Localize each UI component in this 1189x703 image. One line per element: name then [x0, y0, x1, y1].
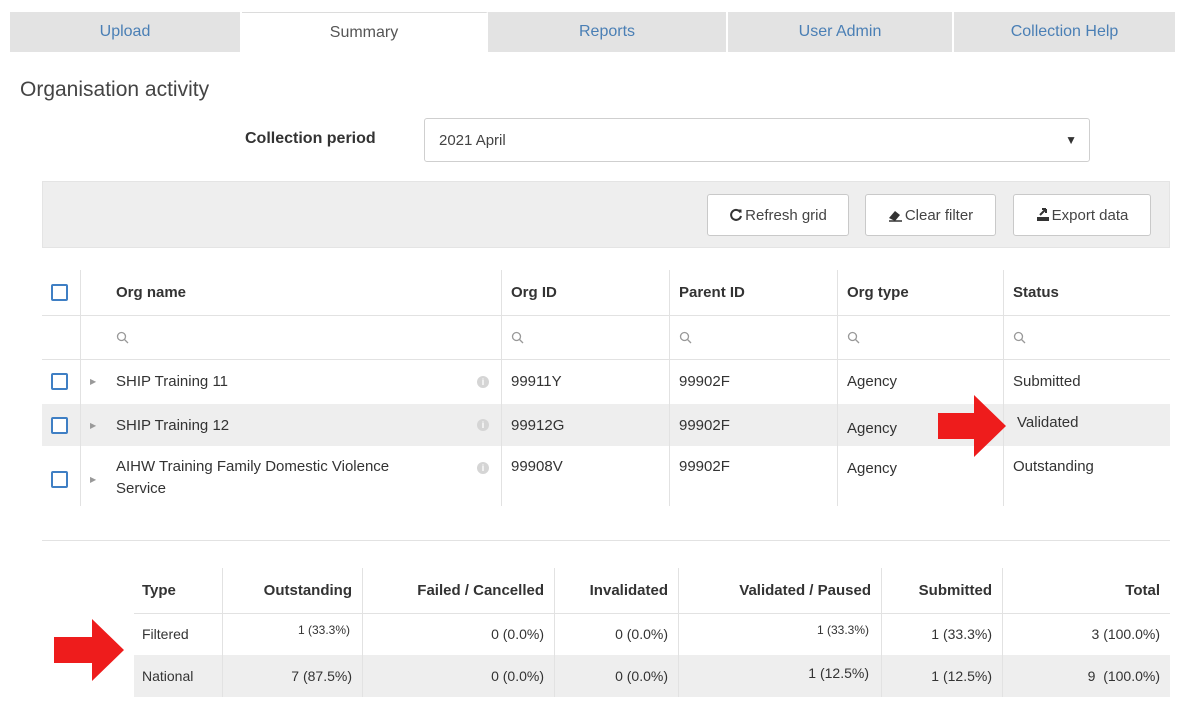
parent-id-cell: 99902F [679, 416, 730, 434]
clear-filter-button[interactable]: Clear filter [865, 194, 996, 236]
org-id-cell: 99911Y [511, 373, 562, 390]
org-id-filter[interactable] [501, 315, 669, 359]
expand-row-icon[interactable]: ▶ [90, 421, 96, 430]
summary-cell-failed: 0 (0.0%) [491, 626, 544, 642]
search-icon [511, 331, 524, 343]
caret-down-icon: ▼ [1065, 133, 1077, 147]
org-type-filter[interactable] [837, 315, 1003, 359]
summary-row-national: National 7 (87.5%) 0 (0.0%) 0 (0.0%) 1 (… [134, 655, 1170, 697]
collection-period-label: Collection period [245, 130, 376, 147]
clear-filter-label: Clear filter [904, 206, 974, 224]
row-select-cell [42, 446, 80, 506]
refresh-icon [730, 208, 743, 221]
grid-filter-row [42, 315, 1170, 360]
column-header-status[interactable]: Status [1003, 270, 1170, 315]
org-id-cell: 99912G [511, 416, 565, 434]
expand-cell: ▶ [80, 404, 102, 446]
summary-cell-total: 9 (100.0%) [1087, 668, 1160, 684]
summary-cell-total: 3 (100.0%) [1091, 626, 1160, 642]
summary-row-filtered: Filtered 1 (33.3%) 0 (0.0%) 0 (0.0%) 1 (… [134, 613, 1170, 655]
org-name-cell: AIHW Training Family Domestic Violence S… [106, 446, 476, 506]
info-icon[interactable]: i [477, 375, 489, 388]
page-title: Organisation activity [20, 78, 210, 101]
summary-cell-type: National [142, 668, 194, 684]
parent-id-cell: 99902F [679, 458, 730, 475]
org-name-cell: SHIP Training 11 [116, 373, 229, 390]
select-all-checkbox[interactable] [51, 284, 68, 301]
info-cell: i [477, 404, 499, 446]
summary-header-outstanding: Outstanding [263, 582, 352, 599]
refresh-grid-label: Refresh grid [745, 206, 827, 224]
select-all-cell [42, 270, 80, 315]
column-header-org-type[interactable]: Org type [837, 270, 1003, 315]
eraser-icon [888, 210, 902, 222]
search-icon [116, 331, 129, 343]
status-cell: Submitted [1013, 373, 1081, 390]
search-icon [1013, 331, 1026, 343]
red-arrow-icon [54, 619, 124, 681]
expand-cell: ▶ [80, 359, 102, 404]
summary-header-validated: Validated / Paused [739, 582, 871, 599]
tab-upload[interactable]: Upload [10, 12, 242, 52]
expand-row-icon[interactable]: ▶ [90, 475, 96, 484]
status-filter[interactable] [1003, 315, 1170, 359]
grid-toolbar: Refresh grid Clear filter Export data [42, 181, 1170, 248]
export-data-button[interactable]: Export data [1013, 194, 1151, 236]
expand-cell: ▶ [80, 446, 102, 506]
tab-collection-help[interactable]: Collection Help [954, 12, 1175, 52]
expand-row-icon[interactable]: ▶ [90, 377, 96, 386]
parent-id-cell: 99902F [679, 373, 730, 390]
summary-cell-submitted: 1 (12.5%) [931, 668, 992, 684]
column-header-org-name[interactable]: Org name [106, 270, 501, 315]
search-icon [679, 331, 692, 343]
summary-cell-validated: 1 (33.3%) [816, 623, 869, 637]
column-header-org-id[interactable]: Org ID [501, 270, 669, 315]
summary-header-submitted: Submitted [918, 582, 992, 599]
summary-cell-submitted: 1 (33.3%) [931, 626, 992, 642]
grid-header-row: Org name Org ID Parent ID Org type Statu… [42, 270, 1170, 316]
status-cell: Outstanding [1013, 458, 1094, 475]
summary-cell-outstanding: 7 (87.5%) [291, 668, 352, 684]
info-cell: i [477, 446, 499, 506]
org-name-line-2: Service [116, 480, 167, 497]
tab-reports[interactable]: Reports [488, 12, 728, 52]
org-name-cell: SHIP Training 12 [116, 416, 230, 434]
summary-cell-invalidated: 0 (0.0%) [615, 626, 668, 642]
red-arrow-icon [938, 395, 1006, 457]
summary-header-row: Type Outstanding Failed / Cancelled Inva… [134, 568, 1170, 614]
org-name-filter[interactable] [106, 315, 501, 359]
org-id-cell: 99908V [511, 458, 563, 475]
row-select-cell [42, 404, 80, 446]
summary-cell-outstanding: 1 (33.3%) [297, 623, 350, 637]
summary-header-failed: Failed / Cancelled [417, 582, 544, 599]
info-icon[interactable]: i [477, 462, 489, 474]
tab-summary[interactable]: Summary [242, 12, 488, 52]
search-icon [847, 331, 860, 343]
export-icon [1036, 208, 1049, 221]
summary-header-invalidated: Invalidated [589, 582, 668, 599]
refresh-grid-button[interactable]: Refresh grid [707, 194, 849, 236]
collection-period-select[interactable]: 2021 April ▼ [424, 118, 1090, 162]
row-checkbox[interactable] [51, 373, 68, 390]
summary-header-total: Total [1125, 582, 1160, 599]
summary-cell-failed: 0 (0.0%) [491, 668, 544, 684]
summary-cell-invalidated: 0 (0.0%) [615, 668, 668, 684]
summary-cell-type: Filtered [142, 626, 189, 642]
export-data-label: Export data [1051, 206, 1129, 224]
summary-cell-validated: 1 (12.5%) [808, 665, 869, 681]
tab-user-admin[interactable]: User Admin [728, 12, 954, 52]
parent-id-filter[interactable] [669, 315, 837, 359]
row-checkbox[interactable] [51, 416, 68, 434]
org-name-line-1: AIHW Training Family Domestic Violence [116, 458, 390, 475]
collection-period-value: 2021 April [439, 131, 506, 149]
info-icon[interactable]: i [477, 419, 489, 431]
info-cell: i [477, 359, 499, 404]
row-checkbox[interactable] [51, 470, 68, 488]
column-header-parent-id[interactable]: Parent ID [669, 270, 837, 315]
row-select-cell [42, 359, 80, 404]
status-cell: Validated [1017, 413, 1079, 431]
tab-bar: Upload Summary Reports User Admin Collec… [10, 12, 1175, 52]
summary-header-type: Type [142, 582, 176, 599]
